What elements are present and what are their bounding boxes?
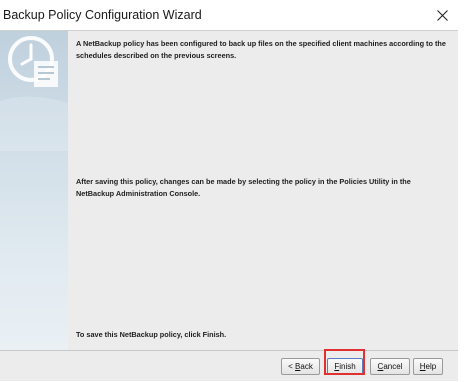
wizard-side-banner — [0, 31, 68, 350]
title-bar: Backup Policy Configuration Wizard — [0, 0, 458, 30]
wizard-body: A NetBackup policy has been configured t… — [0, 30, 458, 381]
changes-info-text: After saving this policy, changes can be… — [76, 177, 411, 198]
wizard-content: A NetBackup policy has been configured t… — [70, 34, 456, 350]
back-button-label: < Back — [288, 362, 313, 371]
cancel-button-label: Cancel — [377, 362, 403, 371]
close-button[interactable] — [430, 4, 454, 26]
clock-document-icon — [0, 36, 68, 151]
help-button[interactable]: Help — [413, 358, 443, 375]
finish-instruction-text: To save this NetBackup policy, click Fin… — [76, 330, 227, 339]
window-title: Backup Policy Configuration Wizard — [3, 8, 202, 22]
summary-text: A NetBackup policy has been configured t… — [76, 39, 446, 60]
finish-button-label: Finish — [334, 362, 356, 371]
button-bar: < Back Finish Cancel Help — [0, 351, 458, 381]
help-button-label: Help — [419, 362, 437, 371]
close-icon — [436, 9, 448, 21]
cancel-button[interactable]: Cancel — [370, 358, 410, 375]
back-button[interactable]: < Back — [281, 358, 320, 375]
finish-button[interactable]: Finish — [327, 358, 363, 375]
wizard-window: Backup Policy Configuration Wizard A Net… — [0, 0, 458, 381]
